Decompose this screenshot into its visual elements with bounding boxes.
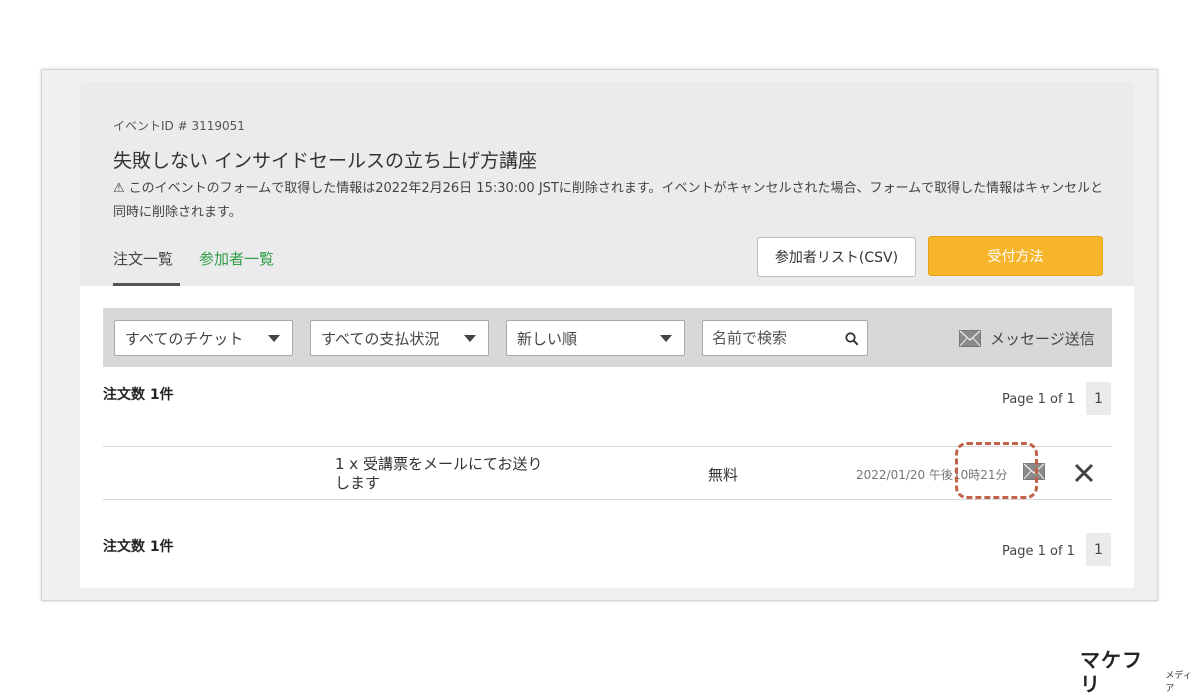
notice-text: このイベントのフォームで取得した情報は2022年2月26日 15:30:00 J… — [113, 181, 1104, 220]
event-id: イベントID # 3119051 — [113, 119, 245, 133]
pagination-text: Page 1 of 1 — [1002, 392, 1075, 407]
payment-filter-select[interactable]: すべての支払状況 — [310, 320, 489, 356]
tab-orders[interactable]: 注文一覧 — [113, 248, 173, 269]
order-count: 注文数 1件 — [103, 387, 174, 403]
send-mail-icon[interactable] — [1023, 463, 1045, 484]
tab-attendees[interactable]: 参加者一覧 — [199, 248, 274, 269]
order-count-footer: 注文数 1件 — [103, 539, 174, 555]
mail-icon — [959, 329, 981, 347]
active-tab-indicator — [113, 283, 180, 286]
data-deletion-notice: ⚠ このイベントのフォームで取得した情報は2022年2月26日 15:30:00 … — [113, 177, 1113, 225]
app-window: イベントID # 3119051 失敗しない インサイドセールスの立ち上げ方講座… — [41, 69, 1158, 601]
send-message-button[interactable]: メッセージ送信 — [959, 326, 1095, 350]
table-row: 1 x 受講票をメールにてお送りします 無料 2022/01/20 午後10時2… — [103, 446, 1112, 500]
chevron-down-icon — [660, 335, 672, 342]
page-number-button-footer[interactable]: 1 — [1086, 533, 1111, 566]
name-search — [702, 320, 868, 356]
event-title: 失敗しない インサイドセールスの立ち上げ方講座 — [113, 150, 538, 172]
order-date: 2022/01/20 午後10時21分 — [856, 468, 1008, 482]
ticket-filter-select[interactable]: すべてのチケット — [114, 320, 293, 356]
chevron-down-icon — [464, 335, 476, 342]
ticket-filter-value: すべてのチケット — [125, 329, 244, 348]
brand-logo: マケフリ メディア — [1080, 648, 1200, 696]
cancel-order-icon[interactable] — [1073, 462, 1095, 488]
order-management-panel: イベントID # 3119051 失敗しない インサイドセールスの立ち上げ方講座… — [80, 82, 1134, 588]
ticket-description: 1 x 受講票をメールにてお送りします — [335, 455, 543, 492]
warning-icon: ⚠ — [113, 181, 125, 196]
payment-filter-value: すべての支払状況 — [321, 329, 440, 348]
order-price: 無料 — [708, 466, 739, 484]
brand-name: マケフリ — [1080, 648, 1143, 696]
sort-select[interactable]: 新しい順 — [506, 320, 685, 356]
sort-value: 新しい順 — [517, 329, 578, 348]
reception-method-button[interactable]: 受付方法 — [928, 236, 1103, 276]
chevron-down-icon — [268, 335, 280, 342]
attendee-csv-button[interactable]: 参加者リスト(CSV) — [757, 237, 916, 277]
page-number-button[interactable]: 1 — [1086, 382, 1111, 415]
search-input[interactable] — [703, 321, 843, 355]
filter-bar: すべてのチケット すべての支払状況 新しい順 メッセージ送信 — [103, 308, 1112, 367]
search-icon[interactable] — [845, 331, 859, 350]
pagination-text-footer: Page 1 of 1 — [1002, 544, 1075, 559]
send-message-label: メッセージ送信 — [990, 329, 1095, 348]
brand-subtitle: メディア — [1165, 671, 1192, 694]
